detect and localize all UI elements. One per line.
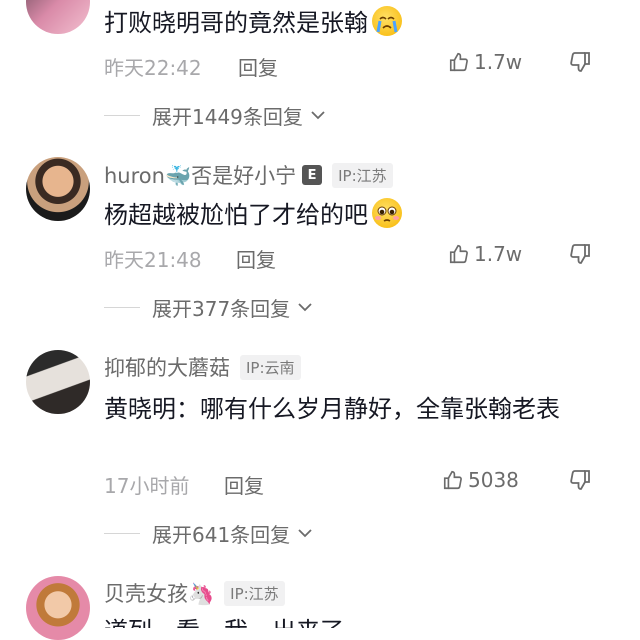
username-row: 贝壳女孩🦄 IP:江苏 — [104, 578, 285, 608]
chevron-down-icon — [311, 111, 325, 120]
like-button[interactable]: 5038 — [442, 468, 519, 492]
thumbs-down-icon — [570, 52, 590, 72]
username[interactable]: 贝壳女孩🦄 — [104, 578, 214, 608]
reply-button[interactable]: 回复 — [236, 244, 276, 273]
comment-meta: 昨天21:48 回复 1.7w — [104, 242, 600, 278]
avatar[interactable] — [26, 576, 90, 640]
thumbs-up-icon — [449, 244, 468, 264]
thumbs-down-icon — [570, 470, 590, 490]
avatar[interactable] — [26, 350, 90, 414]
like-count: 1.7w — [474, 50, 523, 74]
avatar[interactable] — [26, 157, 90, 221]
divider — [104, 114, 140, 116]
expand-replies[interactable]: 展开377条回复 — [104, 292, 314, 322]
avatar[interactable] — [26, 0, 90, 34]
comment-text: 打败晓明哥的竟然是张翰 — [104, 6, 594, 40]
comment-meta: 17小时前 回复 5038 — [104, 468, 600, 504]
ip-location-tag: IP:云南 — [240, 354, 301, 380]
thumbs-up-icon — [449, 52, 468, 72]
expand-replies[interactable]: 展开1449条回复 — [104, 100, 327, 130]
ip-location-tag: IP:江苏 — [332, 162, 393, 188]
like-count: 5038 — [468, 468, 519, 492]
expand-replies[interactable]: 展开641条回复 — [104, 518, 314, 548]
dislike-button[interactable] — [568, 242, 592, 270]
like-count: 1.7w — [474, 242, 523, 266]
pleading-face-icon — [372, 198, 402, 228]
expand-replies-label: 展开641条回复 — [152, 522, 291, 547]
username-row: huron🐳否是好小宁 E IP:江苏 — [104, 160, 393, 190]
dislike-button[interactable] — [568, 50, 592, 78]
ip-location-tag: IP:江苏 — [224, 580, 285, 606]
chevron-down-icon — [298, 303, 312, 312]
comment-time: 17小时前 — [104, 474, 190, 498]
level-badge: E — [302, 165, 323, 185]
comment-text: 杨超越被尬怕了才给的吧 — [104, 198, 594, 232]
username[interactable]: 抑郁的大蘑菇 — [104, 352, 230, 382]
reply-button[interactable]: 回复 — [224, 470, 264, 499]
comment-meta: 昨天22:42 回复 1.7w — [104, 50, 600, 86]
thumbs-down-icon — [570, 244, 590, 264]
like-button[interactable]: 1.7w — [448, 50, 522, 74]
comment-text: 道列…看…我…出来了 — [104, 614, 594, 628]
comment-time: 昨天21:48 — [104, 248, 202, 272]
crying-face-icon — [372, 6, 402, 36]
reply-button[interactable]: 回复 — [238, 52, 278, 81]
comment-time: 昨天22:42 — [104, 56, 202, 80]
username-row: 抑郁的大蘑菇 IP:云南 — [104, 352, 301, 382]
expand-replies-label: 展开1449条回复 — [152, 104, 303, 129]
dislike-button[interactable] — [568, 468, 592, 496]
chevron-down-icon — [298, 529, 312, 538]
username[interactable]: huron🐳否是好小宁 — [104, 160, 296, 190]
divider — [104, 532, 140, 534]
like-button[interactable]: 1.7w — [448, 242, 522, 266]
thumbs-up-icon — [443, 470, 462, 490]
comment-text: 黄晓明：哪有什么岁月静好，全靠张翰老表 — [104, 395, 560, 423]
expand-replies-label: 展开377条回复 — [152, 296, 291, 321]
divider — [104, 306, 140, 308]
